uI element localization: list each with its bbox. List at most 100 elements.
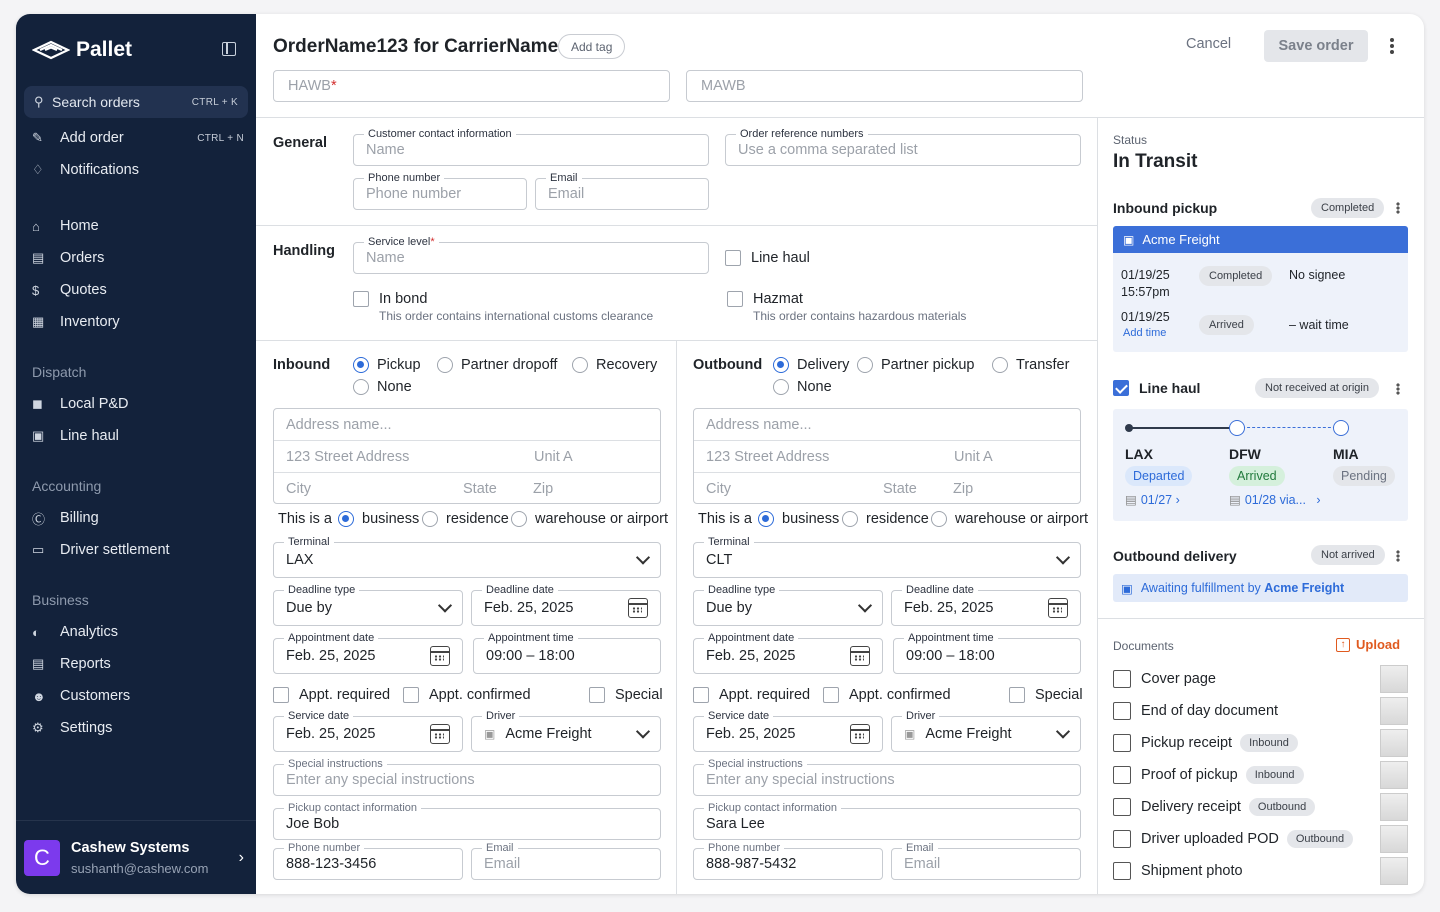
email-field[interactable]: Email Email: [535, 171, 709, 210]
document-thumbnail[interactable]: [1380, 761, 1408, 789]
contact-email-field[interactable]: Email Email: [471, 841, 661, 880]
calendar-icon[interactable]: [1048, 598, 1068, 618]
deadline-type-select[interactable]: Deadline type Due by: [273, 583, 463, 626]
sidebar-item-inventory[interactable]: ▦ Inventory: [32, 308, 248, 336]
document-item[interactable]: Pickup receipt Inbound: [1113, 729, 1408, 757]
deadline-date-field[interactable]: Deadline date Feb. 25, 2025: [471, 583, 661, 626]
document-item[interactable]: Cover page: [1113, 665, 1408, 693]
city-state-zip-input[interactable]: City State Zip: [694, 473, 1080, 505]
driver-select[interactable]: Driver ▣ Acme Freight: [471, 709, 661, 752]
terminal-select[interactable]: Terminal LAX: [273, 535, 661, 578]
radio-option[interactable]: Transfer: [992, 357, 1069, 373]
address-name-input[interactable]: Address name...: [274, 409, 660, 441]
save-order-button[interactable]: Save order: [1264, 30, 1368, 62]
radio-option[interactable]: warehouse or airport: [931, 511, 1088, 527]
add-order-button[interactable]: ✎ Add order CTRL + N: [32, 124, 248, 152]
calendar-icon[interactable]: [430, 646, 450, 666]
radio-option[interactable]: Recovery: [572, 357, 657, 373]
street-input[interactable]: 123 Street Address Unit A: [694, 441, 1080, 473]
contact-field[interactable]: Pickup contact information Joe Bob: [273, 801, 661, 840]
radio-option[interactable]: Pickup: [353, 357, 421, 373]
line-haul-status-checkbox[interactable]: Line haul: [1113, 380, 1200, 396]
collapse-sidebar-icon[interactable]: [222, 42, 236, 56]
calendar-icon[interactable]: [628, 598, 648, 618]
radio-option[interactable]: residence: [842, 511, 929, 527]
document-item[interactable]: Delivery receipt Outbound: [1113, 793, 1408, 821]
radio-option[interactable]: None: [353, 379, 412, 395]
address-block[interactable]: Address name... 123 Street Address Unit A…: [273, 408, 661, 504]
service-date-field[interactable]: Service date Feb. 25, 2025: [273, 709, 463, 752]
phone-field[interactable]: Phone number Phone number: [353, 171, 527, 210]
contact-phone-field[interactable]: Phone number 888-123-3456: [273, 841, 463, 880]
deadline-date-field[interactable]: Deadline date Feb. 25, 2025: [891, 583, 1081, 626]
inbound-pickup-menu-icon[interactable]: [1396, 202, 1400, 214]
line-haul-menu-icon[interactable]: [1396, 383, 1400, 395]
special-checkbox[interactable]: Special: [589, 687, 663, 703]
sidebar-item-customers[interactable]: ☻ Customers: [32, 682, 248, 710]
appointment-date-field[interactable]: Appointment date Feb. 25, 2025: [693, 631, 883, 674]
customer-contact-field[interactable]: Customer contact information Name: [353, 127, 709, 166]
sidebar-item-orders[interactable]: ▤ Orders: [32, 244, 248, 272]
radio-option[interactable]: Partner dropoff: [437, 357, 557, 373]
radio-option[interactable]: Partner pickup: [857, 357, 975, 373]
document-thumbnail[interactable]: [1380, 729, 1408, 757]
upload-button[interactable]: ↑ Upload: [1336, 637, 1400, 652]
terminal-select[interactable]: Terminal CLT: [693, 535, 1081, 578]
add-time-link[interactable]: Add time: [1123, 327, 1166, 339]
appt-confirmed-checkbox[interactable]: Appt. confirmed: [403, 687, 531, 703]
service-level-field[interactable]: Service level* Name: [353, 235, 709, 274]
city-state-zip-input[interactable]: City State Zip: [274, 473, 660, 505]
calendar-icon[interactable]: [850, 724, 870, 744]
line-haul-checkbox[interactable]: Line haul: [725, 250, 810, 266]
hazmat-checkbox[interactable]: Hazmat: [727, 291, 803, 307]
appt-required-checkbox[interactable]: Appt. required: [273, 687, 390, 703]
document-thumbnail[interactable]: [1380, 697, 1408, 725]
outbound-delivery-menu-icon[interactable]: [1396, 550, 1400, 562]
order-reference-field[interactable]: Order reference numbers Use a comma sepa…: [725, 127, 1081, 166]
sidebar-item-line-haul[interactable]: ▣ Line haul: [32, 422, 248, 450]
document-thumbnail[interactable]: [1380, 825, 1408, 853]
sidebar-item-reports[interactable]: ▤ Reports: [32, 650, 248, 678]
street-input[interactable]: 123 Street Address Unit A: [274, 441, 660, 473]
document-item[interactable]: End of day document: [1113, 697, 1408, 725]
cancel-button[interactable]: Cancel: [1186, 36, 1231, 52]
stop-date-link[interactable]: ▤ 01/28 via... ›: [1229, 492, 1321, 507]
document-item[interactable]: Shipment photo: [1113, 857, 1408, 885]
sidebar-item-notifications[interactable]: ♢ Notifications: [32, 156, 248, 184]
sidebar-item-billing[interactable]: Ⓒ Billing: [32, 504, 248, 532]
pallet-logo[interactable]: Pallet: [32, 38, 132, 62]
appointment-time-field[interactable]: Appointment time 09:00 – 18:00: [473, 631, 661, 674]
radio-option[interactable]: Delivery: [773, 357, 849, 373]
radio-option[interactable]: business: [758, 511, 839, 527]
special-instructions-field[interactable]: Special instructions Enter any special i…: [693, 757, 1081, 796]
search-orders[interactable]: ⚲ Search orders CTRL + K: [24, 86, 248, 118]
radio-option[interactable]: None: [773, 379, 832, 395]
contact-email-field[interactable]: Email Email: [891, 841, 1081, 880]
deadline-type-select[interactable]: Deadline type Due by: [693, 583, 883, 626]
appointment-time-field[interactable]: Appointment time 09:00 – 18:00: [893, 631, 1081, 674]
document-thumbnail[interactable]: [1380, 793, 1408, 821]
mawb-input[interactable]: MAWB: [686, 70, 1083, 102]
sidebar-item-driver-settlement[interactable]: ▭ Driver settlement: [32, 536, 248, 564]
add-tag-button[interactable]: Add tag: [558, 34, 626, 59]
contact-phone-field[interactable]: Phone number 888-987-5432: [693, 841, 883, 880]
radio-option[interactable]: residence: [422, 511, 509, 527]
appointment-date-field[interactable]: Appointment date Feb. 25, 2025: [273, 631, 463, 674]
calendar-icon[interactable]: [430, 724, 450, 744]
hawb-input[interactable]: HAWB *: [273, 70, 670, 102]
sidebar-item-local-pd[interactable]: ◼ Local P&D: [32, 390, 248, 418]
document-item[interactable]: Driver uploaded POD Outbound: [1113, 825, 1408, 853]
driver-select[interactable]: Driver ▣ Acme Freight: [891, 709, 1081, 752]
sidebar-item-home[interactable]: ⌂ Home: [32, 212, 248, 240]
radio-option[interactable]: warehouse or airport: [511, 511, 668, 527]
sidebar-item-settings[interactable]: ⚙ Settings: [32, 714, 248, 742]
address-block[interactable]: Address name... 123 Street Address Unit A…: [693, 408, 1081, 504]
special-checkbox[interactable]: Special: [1009, 687, 1083, 703]
sidebar-item-analytics[interactable]: ◐ Analytics: [32, 618, 248, 646]
more-options-icon[interactable]: [1386, 36, 1398, 56]
address-name-input[interactable]: Address name...: [694, 409, 1080, 441]
document-thumbnail[interactable]: [1380, 857, 1408, 885]
service-date-field[interactable]: Service date Feb. 25, 2025: [693, 709, 883, 752]
special-instructions-field[interactable]: Special instructions Enter any special i…: [273, 757, 661, 796]
appt-confirmed-checkbox[interactable]: Appt. confirmed: [823, 687, 951, 703]
